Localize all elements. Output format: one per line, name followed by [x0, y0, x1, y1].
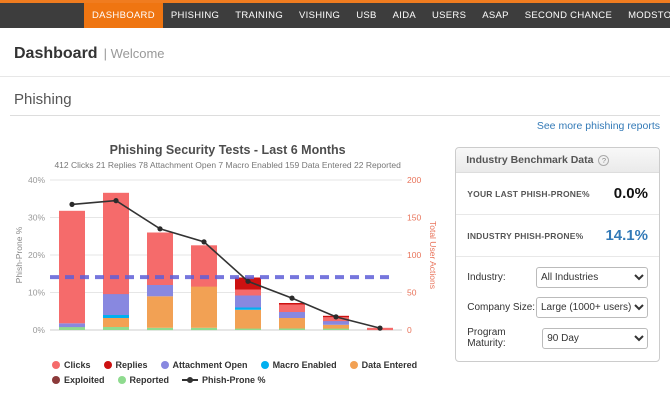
industry-phish-prone-row: INDUSTRY PHISH-PRONE% 14.1% — [456, 215, 659, 257]
nav-item-second-chance[interactable]: SECOND CHANCE — [517, 3, 620, 28]
legend-item-attachment-open[interactable]: Attachment Open — [161, 360, 248, 370]
legend-label: Attachment Open — [173, 360, 248, 370]
svg-text:100: 100 — [407, 250, 421, 260]
legend-dot-icon — [52, 376, 60, 384]
chart-plot[interactable]: 0% 0 10% 50 20% 100 30% 150 40% 200 Phish-Prone % T… — [10, 172, 442, 358]
legend-item-reported[interactable]: Reported — [118, 375, 170, 385]
legend-item-exploited[interactable]: Exploited — [52, 375, 105, 385]
nav-item-vishing[interactable]: VISHING — [291, 3, 348, 28]
benchmark-filters: Industry: All Industries Company Size: L… — [456, 257, 659, 361]
nav-item-modstore[interactable]: MODSTORE — [620, 3, 670, 28]
svg-text:20%: 20% — [28, 250, 45, 260]
nav-item-training[interactable]: TRAINING — [227, 3, 291, 28]
phish-prone-line-icon — [182, 379, 198, 381]
legend-dot-icon — [52, 361, 60, 369]
svg-text:Total User Actions: Total User Actions — [428, 221, 438, 289]
page-title: Dashboard — [14, 45, 98, 63]
legend-item-phish-prone-[interactable]: Phish-Prone % — [182, 375, 266, 385]
benchmark-panel-header: Industry Benchmark Data ? — [456, 148, 659, 173]
legend-label: Reported — [130, 375, 170, 385]
see-more-row: See more phishing reports — [10, 120, 660, 135]
industry-benchmark-panel: Industry Benchmark Data ? YOUR LAST PHIS… — [455, 147, 660, 362]
chart-subtitle: 412 Clicks 21 Replies 78 Attachment Open… — [10, 160, 445, 170]
svg-text:30%: 30% — [28, 213, 45, 223]
program-maturity-filter-label: Program Maturity: — [467, 327, 542, 349]
industry-filter-row: Industry: All Industries — [467, 267, 648, 288]
nav-item-users[interactable]: USERS — [424, 3, 474, 28]
main-row: Phishing Security Tests - Last 6 Months … — [10, 139, 660, 385]
legend-dot-icon — [118, 376, 126, 384]
help-icon[interactable]: ? — [598, 155, 609, 166]
benchmark-panel-title: Industry Benchmark Data — [466, 154, 593, 166]
svg-text:0%: 0% — [33, 325, 46, 335]
chart-title: Phishing Security Tests - Last 6 Months — [10, 143, 445, 157]
industry-select[interactable]: All Industries — [536, 267, 648, 288]
svg-text:10%: 10% — [28, 288, 45, 298]
legend-dot-icon — [350, 361, 358, 369]
your-phish-prone-label: YOUR LAST PHISH-PRONE% — [467, 189, 589, 199]
nav-item-aida[interactable]: AIDA — [385, 3, 424, 28]
legend-dot-icon — [161, 361, 169, 369]
legend-label: Clicks — [64, 360, 91, 370]
nav-item-dashboard[interactable]: DASHBOARD — [84, 3, 163, 28]
program-maturity-filter-row: Program Maturity: 90 Day — [467, 327, 648, 349]
page-header: Dashboard | Welcome — [0, 28, 670, 77]
phishing-chart-card: Phishing Security Tests - Last 6 Months … — [10, 139, 445, 385]
chart-legend: Clicks Replies Attachment Open Macro Enable… — [10, 360, 420, 385]
industry-filter-label: Industry: — [467, 272, 505, 283]
page-subtitle: | Welcome — [104, 46, 165, 61]
legend-label: Phish-Prone % — [202, 375, 266, 385]
svg-text:40%: 40% — [28, 175, 45, 185]
section-divider — [10, 115, 660, 116]
svg-text:150: 150 — [407, 213, 421, 223]
your-phish-prone-row: YOUR LAST PHISH-PRONE% 0.0% — [456, 173, 659, 215]
legend-label: Data Entered — [362, 360, 418, 370]
legend-label: Replies — [116, 360, 148, 370]
your-phish-prone-value: 0.0% — [614, 185, 648, 202]
nav-item-phishing[interactable]: PHISHING — [163, 3, 227, 28]
legend-item-data-entered[interactable]: Data Entered — [350, 360, 418, 370]
program-maturity-select[interactable]: 90 Day — [542, 328, 648, 349]
svg-text:50: 50 — [407, 288, 417, 298]
section-title: Phishing — [14, 91, 656, 108]
svg-text:200: 200 — [407, 175, 421, 185]
legend-item-macro-enabled[interactable]: Macro Enabled — [261, 360, 337, 370]
svg-text:Phish-Prone %: Phish-Prone % — [14, 226, 24, 283]
legend-item-replies[interactable]: Replies — [104, 360, 148, 370]
see-more-phishing-reports-link[interactable]: See more phishing reports — [537, 120, 660, 132]
nav-item-usb[interactable]: USB — [348, 3, 384, 28]
legend-item-clicks[interactable]: Clicks — [52, 360, 91, 370]
company-size-filter-row: Company Size: Large (1000+ users) — [467, 297, 648, 318]
industry-phish-prone-value: 14.1% — [605, 227, 648, 244]
nav-item-asap[interactable]: ASAP — [474, 3, 517, 28]
content-area: Phishing See more phishing reports Phish… — [0, 91, 670, 385]
legend-label: Exploited — [64, 375, 105, 385]
company-size-filter-label: Company Size: — [467, 302, 535, 313]
svg-text:0: 0 — [407, 325, 412, 335]
company-size-select[interactable]: Large (1000+ users) — [536, 297, 648, 318]
industry-phish-prone-label: INDUSTRY PHISH-PRONE% — [467, 231, 583, 241]
main-nav: DASHBOARDPHISHINGTRAININGVISHINGUSBAIDAU… — [0, 3, 670, 28]
legend-dot-icon — [104, 361, 112, 369]
legend-dot-icon — [261, 361, 269, 369]
legend-label: Macro Enabled — [273, 360, 337, 370]
